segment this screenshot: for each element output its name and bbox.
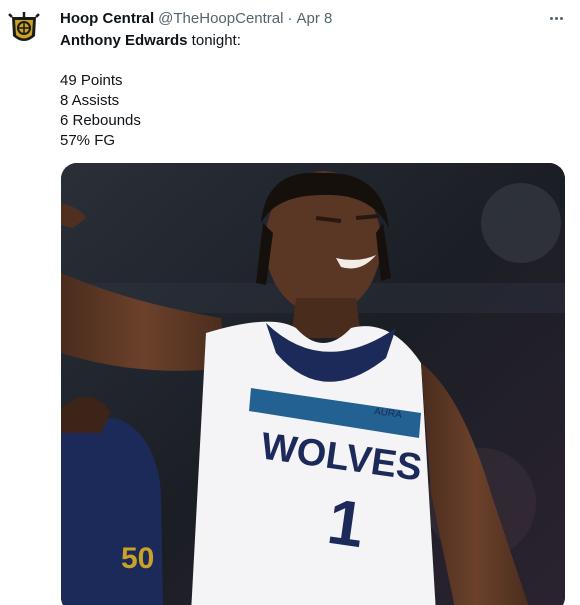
tweet-date[interactable]: Apr 8 (296, 10, 332, 27)
tweet-player-name: Anthony Edwards (60, 32, 188, 49)
tweet-lead-rest: tonight: (187, 32, 241, 49)
hoop-central-logo-icon (8, 12, 40, 41)
author-handle[interactable]: @TheHoopCentral (158, 10, 283, 27)
tweet-header: Hoop Central @TheHoopCentral · Apr 8 (60, 8, 332, 28)
more-options-icon (549, 16, 563, 20)
stat-line-assists: 8 Assists (60, 92, 120, 109)
stat-line-rebounds: 6 Rebounds (60, 112, 141, 129)
tweet-lead-line: Anthony Edwards tonight: (60, 31, 241, 51)
stat-line-fg: 57% FG (60, 132, 116, 149)
stat-lines: 49 Points 8 Assists 6 Rebounds 57% FG (60, 71, 241, 151)
player-photo: 50 WOLVES 1 AURA (61, 163, 565, 605)
more-options-button[interactable] (546, 8, 566, 28)
tweet-photo[interactable]: 50 WOLVES 1 AURA (61, 163, 565, 605)
stat-line-points: 49 Points (60, 72, 123, 89)
separator-dot: · (287, 9, 293, 27)
author-name[interactable]: Hoop Central (60, 10, 154, 27)
tweet[interactable]: Hoop Central @TheHoopCentral · Apr 8 Ant… (0, 0, 580, 605)
avatar[interactable] (2, 8, 46, 52)
tweet-text: Anthony Edwards tonight: 49 Points 8 Ass… (60, 31, 241, 151)
opponent-jersey-number: 50 (121, 542, 154, 575)
